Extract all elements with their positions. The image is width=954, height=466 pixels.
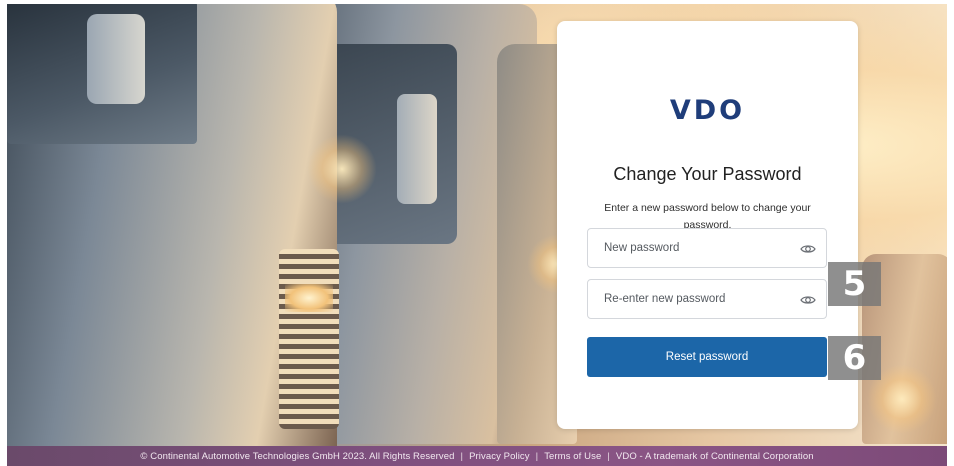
footer-separator: | [607, 450, 610, 462]
footer-separator: | [535, 450, 539, 462]
reset-password-button[interactable]: Reset password [587, 337, 827, 377]
vdo-logo: VDO [669, 95, 746, 126]
footer-copyright: © Continental Automotive Technologies Gm… [140, 450, 455, 462]
terms-of-use-link[interactable]: Terms of Use [544, 451, 601, 462]
light-glow [307, 134, 377, 204]
page-title: Change Your Password [613, 164, 802, 184]
step-marker-6: 6 [828, 336, 881, 380]
footer: © Continental Automotive Technologies Gm… [7, 446, 947, 466]
password-card: VDO Change Your Password Enter a new pas… [557, 21, 858, 429]
new-password-input[interactable] [604, 229, 794, 267]
eye-icon[interactable] [800, 292, 816, 308]
eye-icon[interactable] [800, 241, 816, 257]
footer-separator: | [460, 450, 464, 462]
new-password-field[interactable] [587, 228, 827, 268]
privacy-policy-link[interactable]: Privacy Policy [469, 451, 530, 462]
step-marker-5: 5 [828, 262, 881, 306]
truck-image [7, 4, 339, 454]
reenter-password-field[interactable] [587, 279, 827, 319]
reenter-password-input[interactable] [604, 280, 794, 318]
trademark-link[interactable]: VDO - A trademark of Continental Corpora… [616, 451, 814, 462]
